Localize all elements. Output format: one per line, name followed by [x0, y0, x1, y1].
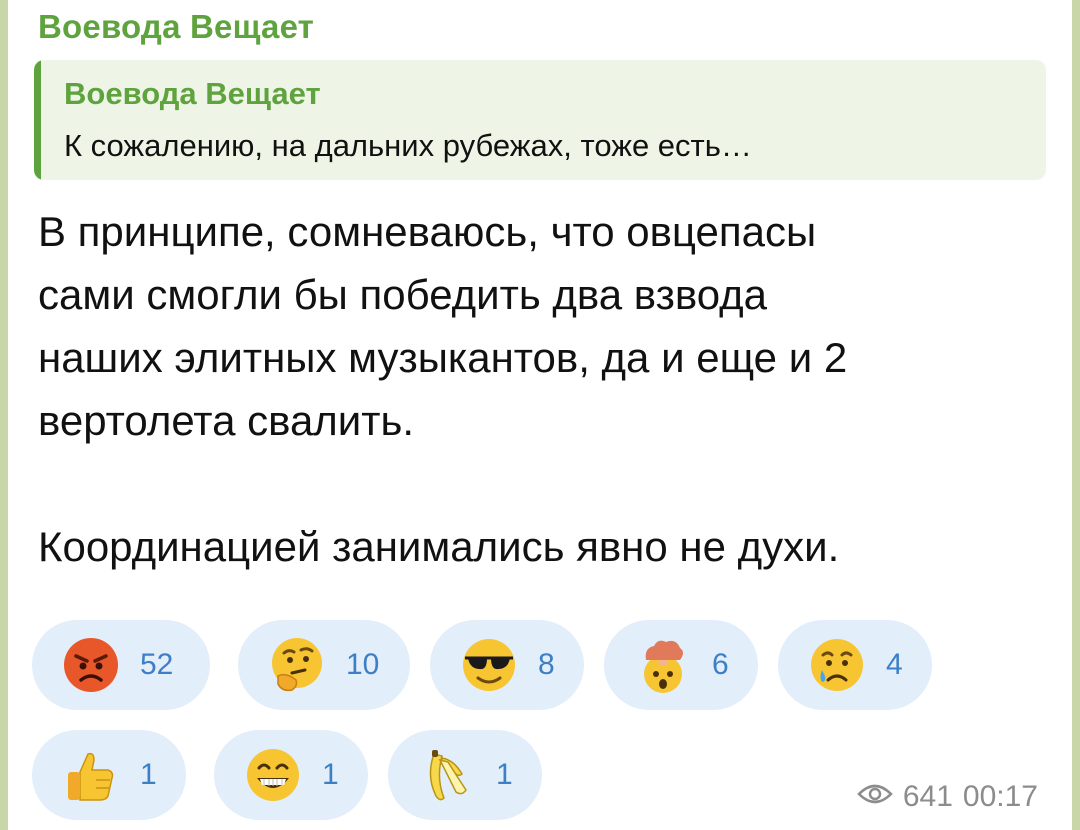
message-meta: 641 00:17 [857, 780, 1038, 814]
message-line: наших элитных музыкантов, да и еще и 2 [38, 334, 848, 381]
eye-icon [857, 780, 893, 814]
reaction-thinking[interactable]: 10 [238, 620, 410, 710]
reply-sender-name: Воевода Вещает [64, 76, 321, 111]
reaction-angry[interactable]: 52 [32, 620, 210, 710]
reaction-thumbs-up[interactable]: 1 [32, 730, 186, 820]
crying-face-icon [808, 636, 866, 694]
banana-icon [418, 746, 476, 804]
sunglasses-face-icon [460, 636, 518, 694]
reply-preview[interactable]: Воевода Вещает К сожалению, на дальних р… [34, 60, 1046, 180]
exploding-head-icon [634, 636, 692, 694]
reaction-count: 8 [538, 648, 555, 681]
angry-face-icon [62, 636, 120, 694]
reaction-count: 52 [140, 648, 174, 681]
reaction-count: 4 [886, 648, 903, 681]
sender-name[interactable]: Воевода Вещает [38, 8, 314, 46]
reply-accent-bar [34, 60, 41, 180]
message-line: В принципе, сомневаюсь, что овцепасы [38, 208, 817, 255]
message-text: В принципе, сомневаюсь, что овцепасы сам… [38, 200, 1038, 578]
message-line: сами смогли бы победить два взвода [38, 271, 768, 318]
message-time: 00:17 [962, 780, 1038, 813]
thinking-face-icon [268, 636, 326, 694]
reaction-banana[interactable]: 1 [388, 730, 542, 820]
reaction-count: 1 [322, 758, 339, 791]
reaction-count: 10 [346, 648, 380, 681]
reaction-count: 6 [712, 648, 729, 681]
reaction-sunglasses[interactable]: 8 [430, 620, 584, 710]
message-bubble: Воевода Вещает Воевода Вещает К сожалени… [8, 0, 1072, 830]
reaction-crying[interactable]: 4 [778, 620, 932, 710]
view-count: 641 [902, 780, 953, 813]
reaction-grinning[interactable]: 1 [214, 730, 368, 820]
grinning-face-icon [244, 746, 302, 804]
reaction-count: 1 [496, 758, 513, 791]
reaction-count: 1 [140, 758, 157, 791]
thumbs-up-icon [62, 746, 120, 804]
message-line: Координацией занимались явно не духи. [38, 523, 840, 570]
reply-text: К сожалению, на дальних рубежах, тоже ес… [64, 128, 752, 163]
message-line: вертолета свалить. [38, 397, 415, 444]
reaction-exploding-head[interactable]: 6 [604, 620, 758, 710]
